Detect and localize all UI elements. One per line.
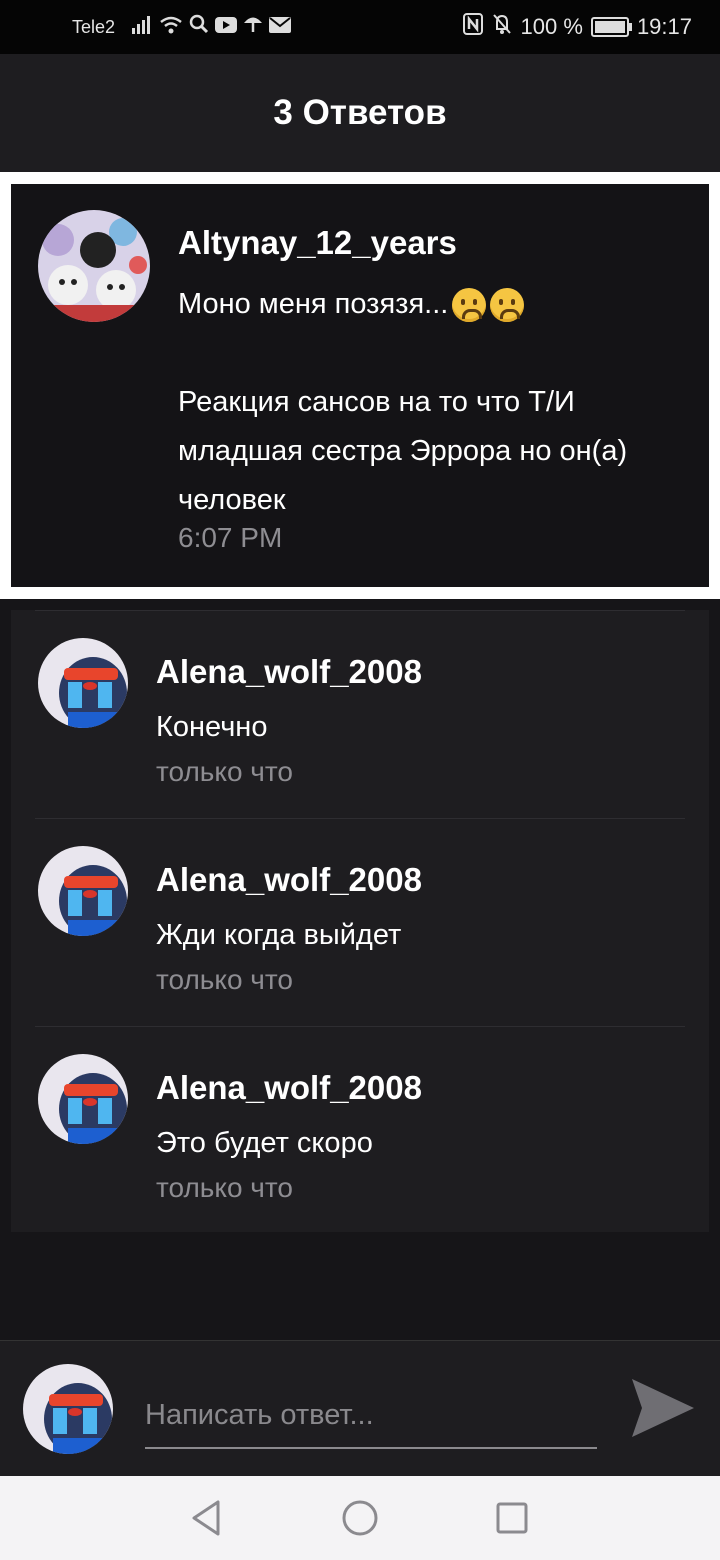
send-button[interactable] xyxy=(628,1375,698,1441)
mute-icon xyxy=(491,13,513,41)
username[interactable]: Alena_wolf_2008 xyxy=(156,1069,422,1107)
battery-level xyxy=(594,21,625,33)
parent-comment-frame: Altynay_12_years Моно меня позязя... Реа… xyxy=(0,172,720,599)
reply-input[interactable] xyxy=(145,1383,597,1449)
comment-timestamp: 6:07 PM xyxy=(178,522,283,553)
avatar[interactable] xyxy=(38,1054,128,1144)
recents-button[interactable] xyxy=(492,1498,532,1538)
carrier-label: Tele2 xyxy=(72,16,116,37)
comment-line: Реакция сансов на то что Т/И xyxy=(178,386,575,418)
comment-line-text: Моно меня позязя... xyxy=(178,288,449,320)
comment-line: человек xyxy=(178,484,286,516)
clock: 19:17 xyxy=(636,14,692,39)
header: 3 Ответов xyxy=(0,54,720,172)
comment-line: младшая сестра Эррора но он(а) xyxy=(178,435,628,467)
avatar[interactable] xyxy=(38,846,128,936)
nfc-icon xyxy=(462,13,483,41)
search-icon xyxy=(189,14,209,40)
back-button[interactable] xyxy=(188,1498,228,1538)
status-left: Tele2 xyxy=(72,14,292,40)
reply-text: Это будет скоро xyxy=(156,1127,373,1159)
reply-timestamp: только что xyxy=(156,964,293,995)
home-circle-icon xyxy=(342,1500,378,1536)
status-right: 100 % 19:17 xyxy=(462,13,692,41)
recents-square-icon xyxy=(496,1502,528,1534)
worried-face-emoji xyxy=(490,288,525,323)
username[interactable]: Altynay_12_years xyxy=(178,224,457,262)
username[interactable]: Alena_wolf_2008 xyxy=(156,861,422,899)
comment-line xyxy=(178,329,698,378)
reply-timestamp: только что xyxy=(156,756,293,787)
youtube-icon xyxy=(215,14,238,40)
reply-item[interactable]: Alena_wolf_2008 Это будет скоро только ч… xyxy=(35,1026,685,1234)
worried-face-emoji xyxy=(452,288,487,323)
status-bar: Tele2 100 % 19:17 xyxy=(0,0,720,54)
battery-icon xyxy=(590,17,632,37)
umbrella-icon xyxy=(243,14,263,40)
reply-item[interactable]: Alena_wolf_2008 Жди когда выйдет только … xyxy=(35,818,685,1026)
reply-composer xyxy=(0,1340,720,1477)
replies-list: Alena_wolf_2008 Конечно только что Alena… xyxy=(11,610,709,1232)
reply-item[interactable]: Alena_wolf_2008 Конечно только что xyxy=(35,610,685,818)
parent-comment[interactable]: Altynay_12_years Моно меня позязя... Реа… xyxy=(11,184,709,587)
comment-line: Моно меня позязя... xyxy=(178,280,698,329)
page-title: 3 Ответов xyxy=(273,93,447,132)
battery-percent: 100 % xyxy=(520,14,583,39)
reply-text: Конечно xyxy=(156,711,268,743)
reply-timestamp: только что xyxy=(156,1172,293,1203)
mail-icon xyxy=(269,14,292,40)
back-triangle-icon xyxy=(192,1500,220,1536)
avatar[interactable] xyxy=(38,210,150,322)
home-button[interactable] xyxy=(340,1498,380,1538)
signal-icon xyxy=(131,14,153,40)
wifi-icon xyxy=(159,14,183,40)
send-icon xyxy=(632,1379,694,1437)
comment-text: Моно меня позязя... Реакция сансов на то… xyxy=(178,280,698,525)
reply-text: Жди когда выйдет xyxy=(156,919,402,951)
username[interactable]: Alena_wolf_2008 xyxy=(156,653,422,691)
my-avatar xyxy=(23,1364,113,1454)
system-nav-bar xyxy=(0,1476,720,1560)
avatar[interactable] xyxy=(38,638,128,728)
